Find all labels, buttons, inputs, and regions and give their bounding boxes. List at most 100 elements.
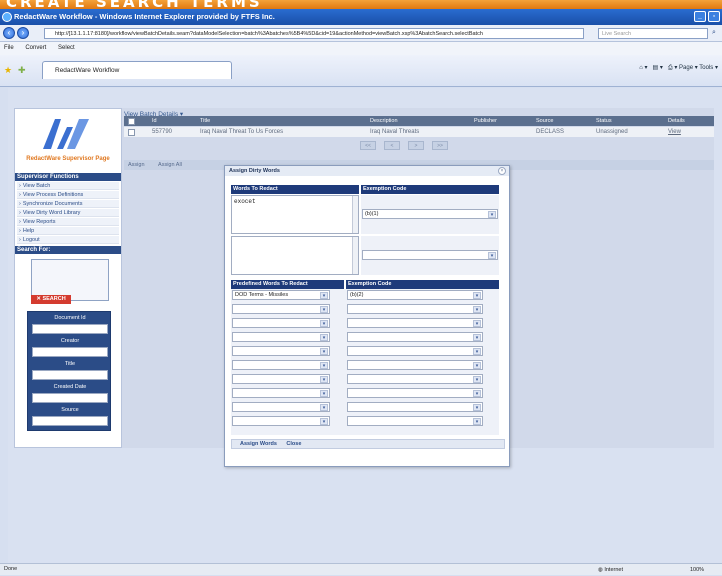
dialog-footer: Assign Words Close (231, 439, 505, 449)
exemption-code-header: Exemption Code (361, 185, 499, 194)
predefined-select-1[interactable]: DOD Terms - Missiles ▾ (232, 290, 330, 300)
tab-redactware[interactable]: RedactWare Workflow (42, 61, 232, 79)
feeds-icon[interactable]: ▤ (653, 65, 659, 71)
exemption-select-9[interactable]: ▾ (347, 402, 483, 412)
exemption-select-10[interactable]: ▾ (347, 416, 483, 426)
menu-view-dirty-word-library[interactable]: › View Dirty Word Library (17, 209, 119, 217)
title-field[interactable] (32, 370, 108, 380)
home-icon[interactable]: ⌂ (639, 65, 643, 71)
exemption-select-8[interactable]: ▾ (347, 388, 483, 398)
source-field[interactable] (32, 416, 108, 426)
assign-words-button[interactable]: Assign Words (240, 441, 277, 447)
row-details-link[interactable]: View (668, 127, 681, 137)
window-titlebar: RedactWare Workflow - Windows Internet E… (0, 9, 722, 25)
address-bar: ‹ › http://[13.1.1.17:8180]/workflow/vie… (0, 25, 722, 42)
predefined-select-9[interactable]: ▾ (232, 402, 330, 412)
dialog-title: Assign Dirty Words (225, 166, 509, 176)
globe-icon: ◍ (598, 567, 603, 573)
zoom-level[interactable]: 100% (690, 565, 704, 576)
menu-view-process-definitions[interactable]: › View Process Definitions (17, 191, 119, 199)
row-source: DECLASS (536, 129, 565, 135)
maximize-icon[interactable]: ▫ (708, 11, 720, 22)
menu-file[interactable]: File (4, 45, 14, 51)
col-details: Details (668, 118, 685, 124)
row-checkbox[interactable] (128, 129, 135, 136)
page-menu[interactable]: Page (679, 65, 693, 71)
exemption-code-select-2[interactable]: ▾ (362, 250, 498, 260)
predefined-select-8[interactable]: ▾ (232, 388, 330, 398)
menu-view-batch[interactable]: › View Batch (17, 182, 119, 190)
search-button[interactable]: ✕ SEARCH (31, 295, 71, 304)
filter-label-title: Title (64, 361, 76, 367)
filter-label-document-id: Document Id (54, 315, 86, 321)
exemption-select-5[interactable]: ▾ (347, 346, 483, 356)
col-title: Title (200, 118, 211, 124)
pager-prev[interactable]: < (384, 141, 400, 150)
assign-all-button[interactable]: Assign All (158, 162, 182, 168)
banner-text: CREATE SEARCH TERMS (6, 0, 263, 9)
menu-help[interactable]: › Help (17, 227, 119, 235)
words-to-redact-textarea[interactable]: exocet (231, 195, 359, 234)
menu-convert[interactable]: Convert (25, 45, 46, 51)
search-for-heading: Search For: (15, 246, 121, 254)
favorites-star-icon[interactable]: ★ (4, 65, 12, 76)
row-description: Iraq Naval Threats (370, 129, 420, 135)
pager-first[interactable]: << (360, 141, 376, 150)
menu-view-reports[interactable]: › View Reports (17, 218, 119, 226)
creator-field[interactable] (32, 347, 108, 357)
row-status: Unassigned (596, 129, 628, 135)
filter-label-creator: Creator (60, 338, 80, 344)
status-text: Done (4, 566, 18, 572)
search-icon[interactable]: ⌕ (712, 29, 716, 37)
col-publisher: Publisher (474, 118, 497, 124)
predefined-select-3[interactable]: ▾ (232, 318, 330, 328)
assign-dirty-words-dialog: Assign Dirty Words × Words To Redact Exe… (224, 165, 510, 467)
predefined-select-4[interactable]: ▾ (232, 332, 330, 342)
select-all-checkbox[interactable] (128, 118, 135, 125)
exemption-select-3[interactable]: ▾ (347, 318, 483, 328)
ie-icon (2, 12, 12, 22)
add-favorite-icon[interactable]: ✚ (18, 65, 26, 76)
exemption-select-2[interactable]: ▾ (347, 304, 483, 314)
tools-menu[interactable]: Tools (699, 65, 713, 71)
predefined-select-10[interactable]: ▾ (232, 416, 330, 426)
created-date-field[interactable] (32, 393, 108, 403)
predefined-select-2[interactable]: ▾ (232, 304, 330, 314)
pager-next[interactable]: > (408, 141, 424, 150)
row-id: 557790 (152, 129, 173, 135)
tab-bar: ★ ✚ RedactWare Workflow ⌂ ▾ ▤ ▾ ⎙ ▾ Page… (0, 55, 722, 87)
pager-last[interactable]: >> (432, 141, 448, 150)
document-id-field[interactable] (32, 324, 108, 334)
predefined-select-6[interactable]: ▾ (232, 360, 330, 370)
words-to-redact-header: Words To Redact (231, 185, 359, 194)
close-button[interactable]: Close (286, 441, 301, 447)
menu-select[interactable]: Select (58, 45, 75, 51)
banner: CREATE SEARCH TERMS (0, 0, 722, 9)
exemption-select-7[interactable]: ▾ (347, 374, 483, 384)
back-icon[interactable]: ‹ (3, 27, 15, 39)
url-field[interactable]: http://[13.1.1.17:8180]/workflow/viewBat… (44, 28, 584, 39)
grid-header: Id Title Description Publisher Source St… (124, 116, 714, 126)
filter-panel: Document Id Creator Title Created Date S… (27, 311, 111, 431)
table-row[interactable]: 557790 Iraq Naval Threat To Us Forces Ir… (124, 127, 714, 137)
predefined-select-7[interactable]: ▾ (232, 374, 330, 384)
col-description: Description (370, 118, 398, 124)
predefined-select-5[interactable]: ▾ (232, 346, 330, 356)
forward-icon[interactable]: › (17, 27, 29, 39)
col-source: Source (536, 118, 554, 124)
close-icon[interactable]: × (498, 167, 506, 175)
search-input[interactable]: Live Search (598, 28, 708, 39)
minimize-icon[interactable]: _ (694, 11, 706, 22)
assign-button[interactable]: Assign (128, 162, 145, 168)
logo-subtitle: RedactWare Supervisor Page (26, 156, 110, 162)
menu-logout[interactable]: › Logout (17, 236, 119, 244)
words-to-redact-textarea-2[interactable] (231, 236, 359, 275)
exemption-code-select[interactable]: (b)(1) ▾ (362, 209, 498, 219)
print-icon[interactable]: ⎙ (668, 65, 673, 71)
col-id: Id (152, 118, 157, 124)
col-status: Status (596, 118, 612, 124)
menu-synchronize-documents[interactable]: › Synchronize Documents (17, 200, 119, 208)
exemption-select-6[interactable]: ▾ (347, 360, 483, 370)
exemption-select-4[interactable]: ▾ (347, 332, 483, 342)
exemption-select-1[interactable]: (b)(2) ▾ (347, 290, 483, 300)
